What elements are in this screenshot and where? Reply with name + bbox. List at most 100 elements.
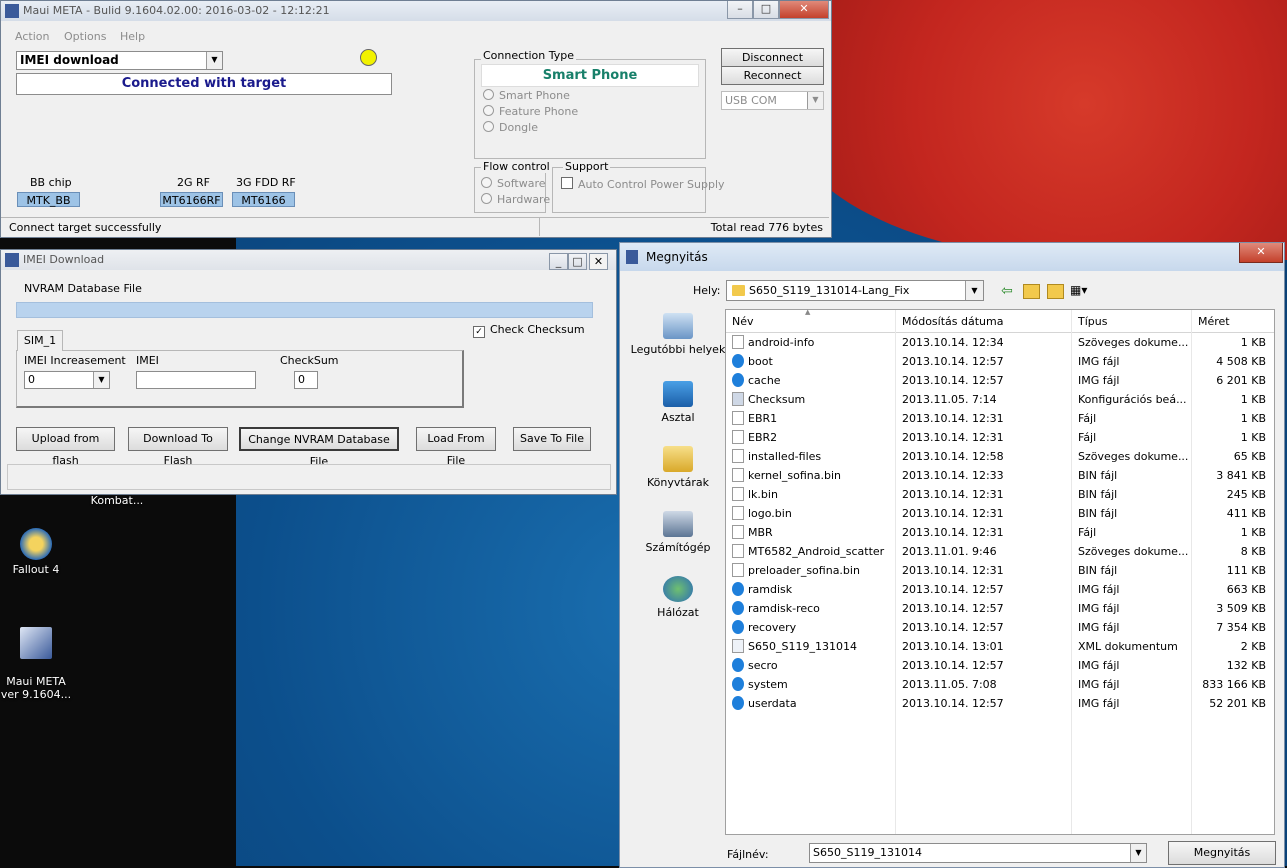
file-row[interactable]: lk.bin 2013.10.14. 12:31 BIN fájl 245 KB <box>726 485 1274 504</box>
column-date[interactable]: Módosítás dátuma <box>902 315 1003 328</box>
upload-from-flash-button[interactable]: Upload from flash <box>16 427 115 467</box>
img-file-icon <box>732 373 744 387</box>
file-name-text: Checksum <box>748 393 806 406</box>
window-title: IMEI Download <box>23 253 105 266</box>
dialog-titlebar[interactable]: Megnyitás ✕ <box>620 243 1284 271</box>
img-file-icon <box>732 696 744 710</box>
disconnect-button[interactable]: Disconnect <box>721 48 824 67</box>
file-row[interactable]: recovery 2013.10.14. 12:57 IMG fájl 7 354 K… <box>726 618 1274 637</box>
maximize-button[interactable]: □ <box>753 1 779 19</box>
close-button[interactable]: ✕ <box>779 1 829 19</box>
file-type-text: BIN fájl <box>1078 564 1118 577</box>
load-from-file-button[interactable]: Load From File <box>416 427 496 467</box>
file-row[interactable]: secro 2013.10.14. 12:57 IMG fájl 132 KB <box>726 656 1274 675</box>
file-row[interactable]: MT6582_Android_scatter 2013.11.01. 9:46 Sz… <box>726 542 1274 561</box>
file-type: BIN fájl <box>1078 466 1188 485</box>
place-recent[interactable]: Legutóbbi helyek <box>628 313 728 356</box>
checksum-input[interactable]: 0 <box>294 371 318 389</box>
location-select[interactable]: S650_S119_131014-Lang_Fix ▼ <box>726 280 984 301</box>
column-name[interactable]: Név <box>732 315 754 328</box>
file-row[interactable]: userdata 2013.10.14. 12:57 IMG fájl 52 201 … <box>726 694 1274 713</box>
menu-options[interactable]: Options <box>64 30 106 43</box>
file-row[interactable]: system 2013.11.05. 7:08 IMG fájl 833 166 KB <box>726 675 1274 694</box>
mode-select[interactable]: IMEI download ▼ <box>16 51 223 70</box>
menubar: Action Options Help <box>1 28 829 46</box>
minimize-button[interactable]: _ <box>549 253 568 270</box>
radio-feature-phone[interactable]: Feature Phone <box>483 105 578 118</box>
check-checksum[interactable]: ✓ Check Checksum <box>473 323 585 338</box>
file-row[interactable]: android-info 2013.10.14. 12:34 Szöveges do… <box>726 333 1274 352</box>
file-row[interactable]: ramdisk-reco 2013.10.14. 12:57 IMG fájl 3 5… <box>726 599 1274 618</box>
minimize-button[interactable]: – <box>727 1 753 19</box>
file-date-text: 2013.10.14. 12:57 <box>902 621 1004 634</box>
places-sidebar: Legutóbbi helyek Asztal Könyvtárak Számí… <box>628 309 725 857</box>
close-button[interactable]: ✕ <box>1239 243 1283 263</box>
view-menu-icon[interactable]: ▦▾ <box>1070 283 1087 297</box>
status-banner: Connected with target <box>16 73 392 95</box>
nvram-path-field[interactable] <box>16 302 593 318</box>
reconnect-button[interactable]: Reconnect <box>721 66 824 85</box>
file-row[interactable]: EBR2 2013.10.14. 12:31 Fájl 1 KB <box>726 428 1274 447</box>
desktop-icon-maui-meta[interactable]: Maui META ver 9.1604... <box>0 614 81 701</box>
auto-power-checkbox[interactable]: Auto Control Power Supply <box>561 177 725 191</box>
column-size[interactable]: Méret <box>1198 315 1230 328</box>
column-type[interactable]: Típus <box>1078 315 1107 328</box>
save-to-file-button[interactable]: Save To File <box>513 427 591 451</box>
radio-smart-phone[interactable]: Smart Phone <box>483 89 570 102</box>
radio-dongle[interactable]: Dongle <box>483 121 538 134</box>
file-size-text: 52 201 KB <box>1209 697 1266 710</box>
back-icon[interactable]: ⇦ <box>1001 283 1013 299</box>
file-name: userdata <box>732 694 892 713</box>
file-row[interactable]: ramdisk 2013.10.14. 12:57 IMG fájl 663 KB <box>726 580 1274 599</box>
imei-increase-select[interactable]: 0 ▼ <box>24 371 110 389</box>
menu-help[interactable]: Help <box>120 30 145 43</box>
file-type-text: Szöveges dokume... <box>1078 450 1188 463</box>
change-nvram-db-button[interactable]: Change NVRAM Database File <box>239 427 399 468</box>
rf3g-value: MT6166 <box>232 192 295 207</box>
place-computer[interactable]: Számítógép <box>628 511 728 554</box>
file-row[interactable]: kernel_sofina.bin 2013.10.14. 12:33 BIN fá… <box>726 466 1274 485</box>
menu-action[interactable]: Action <box>15 30 49 43</box>
download-to-flash-button[interactable]: Download To Flash <box>128 427 228 467</box>
file-row[interactable]: boot 2013.10.14. 12:57 IMG fájl 4 508 KB <box>726 352 1274 371</box>
port-select[interactable]: USB COM ▼ <box>721 91 824 110</box>
file-name: EBR1 <box>732 409 892 428</box>
new-folder-icon[interactable] <box>1047 284 1064 299</box>
file-name: EBR2 <box>732 428 892 447</box>
close-button[interactable]: ✕ <box>589 253 608 270</box>
file-row[interactable]: preloader_sofina.bin 2013.10.14. 12:31 BIN… <box>726 561 1274 580</box>
filename-input[interactable]: S650_S119_131014 ▼ <box>809 843 1147 863</box>
place-desktop[interactable]: Asztal <box>628 381 728 424</box>
file-type: Fájl <box>1078 428 1188 447</box>
statusbar-right: Total read 776 bytes <box>710 221 823 234</box>
radio-software[interactable]: Software <box>481 177 546 190</box>
maui-meta-titlebar[interactable]: Maui META - Bulid 9.1604.02.00: 2016-03-… <box>1 1 831 21</box>
statusbar-divider <box>539 218 540 236</box>
file-date: 2013.10.14. 12:57 <box>902 580 1067 599</box>
file-row[interactable]: EBR1 2013.10.14. 12:31 Fájl 1 KB <box>726 409 1274 428</box>
file-row[interactable]: cache 2013.10.14. 12:57 IMG fájl 6 201 KB <box>726 371 1274 390</box>
maximize-button[interactable]: □ <box>568 253 587 270</box>
rf2g-value: MT6166RF <box>160 192 223 207</box>
place-network[interactable]: Hálózat <box>628 576 728 619</box>
radio-hardware[interactable]: Hardware <box>481 193 550 206</box>
file-row[interactable]: logo.bin 2013.10.14. 12:31 BIN fájl 411 KB <box>726 504 1274 523</box>
place-libraries[interactable]: Könyvtárak <box>628 446 728 489</box>
desktop-icon-fallout[interactable]: Fallout 4 <box>0 528 81 576</box>
img-file-icon <box>732 658 744 672</box>
imei-titlebar[interactable]: IMEI Download _ □ ✕ <box>1 250 616 270</box>
file-row[interactable]: S650_S119_131014 2013.10.14. 13:01 XML dok… <box>726 637 1274 656</box>
open-button[interactable]: Megnyitás <box>1168 841 1276 865</box>
up-folder-icon[interactable] <box>1023 284 1040 299</box>
file-row[interactable]: MBR 2013.10.14. 12:31 Fájl 1 KB <box>726 523 1274 542</box>
tab-sim1[interactable]: SIM_1 <box>17 330 63 351</box>
file-row[interactable]: installed-files 2013.10.14. 12:58 Szöveges… <box>726 447 1274 466</box>
desktop-icon-kombat[interactable]: Kombat... <box>72 494 162 507</box>
file-date-text: 2013.10.14. 13:01 <box>902 640 1004 653</box>
file-size: 65 KB <box>1194 447 1266 466</box>
rf3g-label: 3G FDD RF <box>236 176 296 189</box>
imei-input[interactable] <box>136 371 256 389</box>
file-row[interactable]: Checksum 2013.11.05. 7:14 Konfigurációs be… <box>726 390 1274 409</box>
file-size-text: 1 KB <box>1240 431 1266 444</box>
maui-meta-window: Maui META - Bulid 9.1604.02.00: 2016-03-… <box>0 0 832 238</box>
